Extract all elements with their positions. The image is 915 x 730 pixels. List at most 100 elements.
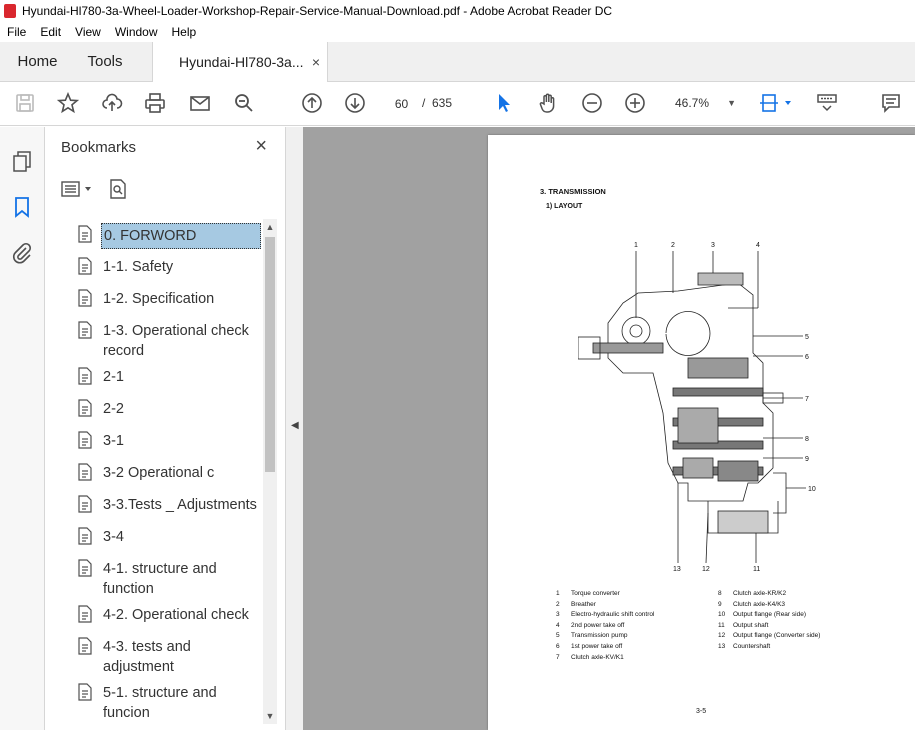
bookmark-item[interactable]: 0. FORWORD bbox=[75, 223, 261, 255]
legend-column-left: 1 Torque converter 2 Breather 3 Electro-hyd… bbox=[556, 590, 726, 664]
hand-tool-icon[interactable] bbox=[536, 91, 560, 115]
bookmark-label: 4-2. Operational check bbox=[103, 607, 249, 623]
attachment-icon[interactable] bbox=[10, 241, 34, 265]
bookmark-item[interactable]: 4-1. structure and function bbox=[75, 557, 260, 603]
menu-help[interactable]: Help bbox=[165, 25, 204, 39]
legend-row: 2 Breather bbox=[556, 600, 596, 608]
zoom-in-icon[interactable] bbox=[623, 91, 647, 115]
page-down-icon[interactable] bbox=[343, 91, 367, 115]
email-icon[interactable] bbox=[188, 91, 212, 115]
document-viewer[interactable]: 3. TRANSMISSION 1) LAYOUT 1 2 3 4 5 6 7 … bbox=[303, 127, 915, 730]
bookmark-page-icon bbox=[78, 527, 92, 545]
bookmark-item[interactable]: 2-2 bbox=[75, 397, 260, 429]
tab-close-icon[interactable]: × bbox=[312, 42, 320, 82]
bookmark-item[interactable]: 3-3.Tests _ Adjustments bbox=[75, 493, 260, 525]
tab-bar: Home Tools Hyundai-Hl780-3a... × bbox=[0, 42, 915, 83]
legend-row: 11 Output shaft bbox=[718, 621, 769, 629]
scroll-up-icon[interactable]: ▲ bbox=[263, 219, 277, 235]
tab-tools[interactable]: Tools bbox=[75, 42, 135, 82]
bookmark-label: 4-3. tests and adjustment bbox=[103, 639, 191, 675]
bookmark-item[interactable]: 3-2 Operational c bbox=[75, 461, 260, 493]
zoom-value: 46.7% bbox=[675, 96, 710, 110]
legend-row: 10 Output flange (Rear side) bbox=[718, 611, 806, 619]
page-separator: / bbox=[422, 96, 426, 110]
page-up-icon[interactable] bbox=[300, 91, 324, 115]
callout-1: 1 bbox=[634, 242, 638, 249]
menu-edit[interactable]: Edit bbox=[33, 25, 68, 39]
tab-home[interactable]: Home bbox=[0, 42, 75, 82]
bookmark-item[interactable]: 5-1. structure and funcion bbox=[75, 681, 260, 721]
bookmark-list: 0. FORWORD 1-1. Safety 1-2. Specificatio… bbox=[75, 223, 261, 721]
bookmark-label: 2-1 bbox=[103, 369, 124, 385]
chevron-down-icon: ▼ bbox=[727, 98, 736, 108]
save-icon[interactable] bbox=[13, 91, 37, 115]
bookmark-item[interactable]: 2-1 bbox=[75, 365, 260, 397]
bookmark-label: 3-3.Tests _ Adjustments bbox=[103, 497, 257, 513]
legend-row: 9 Clutch axle-K4/K3 bbox=[718, 600, 786, 608]
bookmarks-scrollbar[interactable]: ▲ ▼ bbox=[263, 219, 277, 724]
add-bookmark-icon[interactable] bbox=[107, 178, 129, 205]
legend-row: 6 1st power take off bbox=[556, 642, 623, 650]
tab-document[interactable]: Hyundai-Hl780-3a... × bbox=[152, 42, 328, 83]
section-heading: 3. TRANSMISSION bbox=[540, 187, 606, 196]
panel-splitter[interactable]: ◀ bbox=[285, 127, 303, 730]
page-number-input[interactable]: 60 bbox=[385, 90, 418, 116]
bookmark-item[interactable]: 1-3. Operational check record bbox=[75, 319, 260, 365]
section-subheading: 1) LAYOUT bbox=[546, 203, 583, 210]
bookmark-label: 1-1. Safety bbox=[103, 259, 174, 275]
title-bar: Hyundai-Hl780-3a-Wheel-Loader-Workshop-R… bbox=[0, 0, 915, 22]
bookmark-item[interactable]: 1-1. Safety bbox=[75, 255, 260, 287]
search-icon[interactable] bbox=[232, 91, 256, 115]
bookmarks-tools bbox=[61, 178, 129, 205]
bookmark-page-icon bbox=[78, 463, 92, 481]
bookmark-item[interactable]: 3-4 bbox=[75, 525, 260, 557]
acrobat-logo-icon bbox=[4, 4, 16, 18]
menu-view[interactable]: View bbox=[68, 25, 108, 39]
page-thumbnails-icon[interactable] bbox=[10, 149, 34, 173]
bookmark-item[interactable]: 4-2. Operational check bbox=[75, 603, 260, 635]
bookmark-page-icon bbox=[78, 257, 92, 275]
comment-icon[interactable] bbox=[879, 91, 903, 115]
bookmark-label: 0. FORWORD bbox=[101, 223, 261, 249]
options-menu-icon[interactable] bbox=[61, 179, 95, 204]
bookmark-page-icon bbox=[78, 399, 92, 417]
bookmark-item[interactable]: 1-2. Specification bbox=[75, 287, 260, 319]
zoom-out-icon[interactable] bbox=[580, 91, 604, 115]
select-cursor-icon[interactable] bbox=[492, 91, 516, 115]
bookmark-label: 5-1. structure and funcion bbox=[103, 685, 217, 721]
page-footer-number: 3-5 bbox=[696, 708, 707, 715]
bookmarks-title: Bookmarks bbox=[61, 139, 137, 156]
bookmark-item[interactable]: 3-1 bbox=[75, 429, 260, 461]
menu-file[interactable]: File bbox=[0, 25, 33, 39]
bookmark-page-icon bbox=[78, 495, 92, 513]
legend-column-right: 8 Clutch axle-KR/K2 9 Clutch axle-K4/K3 10… bbox=[718, 590, 888, 654]
star-icon[interactable] bbox=[56, 91, 80, 115]
bookmark-label: 3-4 bbox=[103, 529, 124, 545]
scroll-thumb[interactable] bbox=[265, 237, 275, 472]
menu-window[interactable]: Window bbox=[108, 25, 165, 39]
collapse-left-icon[interactable]: ◀ bbox=[291, 420, 299, 431]
callout-12: 12 bbox=[702, 566, 710, 573]
bookmark-page-icon bbox=[78, 367, 92, 385]
transmission-drawing: 1 2 3 4 5 6 7 8 9 10 11 12 13 bbox=[578, 242, 816, 573]
close-icon[interactable]: × bbox=[255, 135, 267, 158]
upload-cloud-icon[interactable] bbox=[100, 91, 124, 115]
callout-7: 7 bbox=[805, 396, 809, 403]
callout-5: 5 bbox=[805, 334, 809, 341]
bookmark-label: 3-1 bbox=[103, 433, 124, 449]
scroll-down-icon[interactable]: ▼ bbox=[263, 708, 277, 724]
bookmark-item[interactable]: 4-3. tests and adjustment bbox=[75, 635, 260, 681]
callout-9: 9 bbox=[805, 456, 809, 463]
zoom-select[interactable]: 46.7% ▼ bbox=[667, 90, 742, 116]
bookmark-icon[interactable] bbox=[10, 195, 34, 219]
bookmark-page-icon bbox=[78, 683, 92, 701]
fit-page-icon[interactable] bbox=[758, 91, 794, 115]
scroll-mode-icon[interactable] bbox=[815, 91, 839, 115]
bookmark-label: 3-2 Operational c bbox=[103, 465, 215, 481]
bookmark-page-icon bbox=[78, 289, 92, 307]
bookmark-page-icon bbox=[78, 225, 92, 243]
window-title: Hyundai-Hl780-3a-Wheel-Loader-Workshop-R… bbox=[22, 4, 613, 18]
print-icon[interactable] bbox=[143, 91, 167, 115]
bookmark-page-icon bbox=[78, 431, 92, 449]
legend-row: 7 Clutch axle-KV/K1 bbox=[556, 653, 624, 661]
